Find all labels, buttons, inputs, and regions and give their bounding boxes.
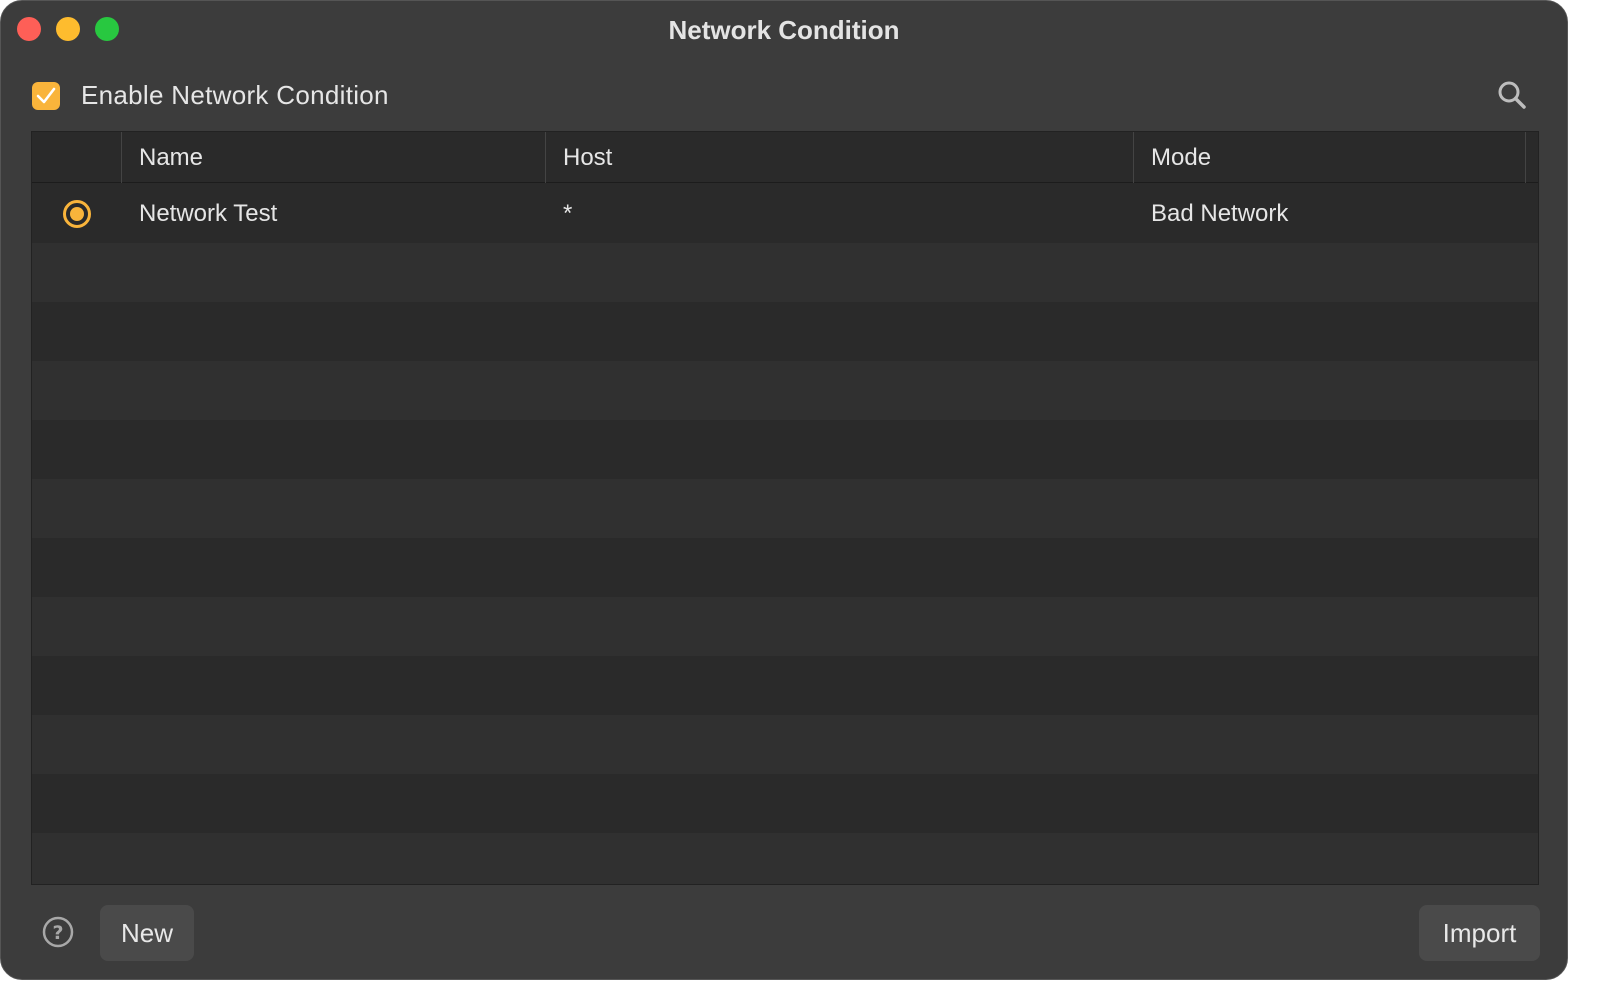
- help-button[interactable]: ?: [41, 915, 75, 949]
- empty-row: [32, 243, 1538, 302]
- empty-row: [32, 302, 1538, 361]
- network-conditions-table: Name Host Mode Network Test * Bad Networ…: [31, 131, 1539, 885]
- empty-row: [32, 479, 1538, 538]
- empty-row: [32, 833, 1538, 884]
- table-header: Name Host Mode: [32, 132, 1538, 183]
- title-bar: Network Condition: [1, 1, 1567, 59]
- help-icon: ?: [42, 916, 74, 948]
- table-row[interactable]: Network Test * Bad Network: [32, 184, 1538, 243]
- new-button[interactable]: New: [100, 905, 194, 961]
- empty-row: [32, 538, 1538, 597]
- row-host-cell: *: [563, 200, 573, 227]
- window-title: Network Condition: [668, 15, 900, 45]
- column-header-name[interactable]: Name: [122, 132, 546, 183]
- search-icon: [1498, 81, 1526, 109]
- empty-row: [32, 656, 1538, 715]
- active-radio-button[interactable]: [63, 200, 91, 228]
- search-button[interactable]: [1495, 78, 1529, 112]
- radio-selected-dot: [70, 207, 84, 221]
- toolbar: Enable Network Condition: [1, 71, 1567, 121]
- empty-row: [32, 597, 1538, 656]
- row-mode-cell: Bad Network: [1151, 200, 1289, 227]
- enable-network-condition-label[interactable]: Enable Network Condition: [81, 80, 389, 111]
- column-header-selection[interactable]: [32, 132, 122, 183]
- empty-row: [32, 715, 1538, 774]
- network-condition-window: Network Condition Enable Network Conditi…: [0, 0, 1568, 980]
- column-header-host[interactable]: Host: [546, 132, 1134, 183]
- empty-row: [32, 774, 1538, 833]
- empty-row: [32, 361, 1538, 420]
- column-header-mode[interactable]: Mode: [1134, 132, 1526, 183]
- checkmark-icon: [36, 87, 56, 104]
- bottom-bar: ? New Import: [1, 901, 1567, 965]
- svg-text:?: ?: [52, 922, 63, 944]
- table-body: Network Test * Bad Network: [32, 184, 1538, 884]
- enable-network-condition-checkbox[interactable]: [32, 82, 60, 110]
- import-button[interactable]: Import: [1419, 905, 1540, 961]
- row-name-cell: Network Test: [139, 200, 278, 227]
- empty-row: [32, 420, 1538, 479]
